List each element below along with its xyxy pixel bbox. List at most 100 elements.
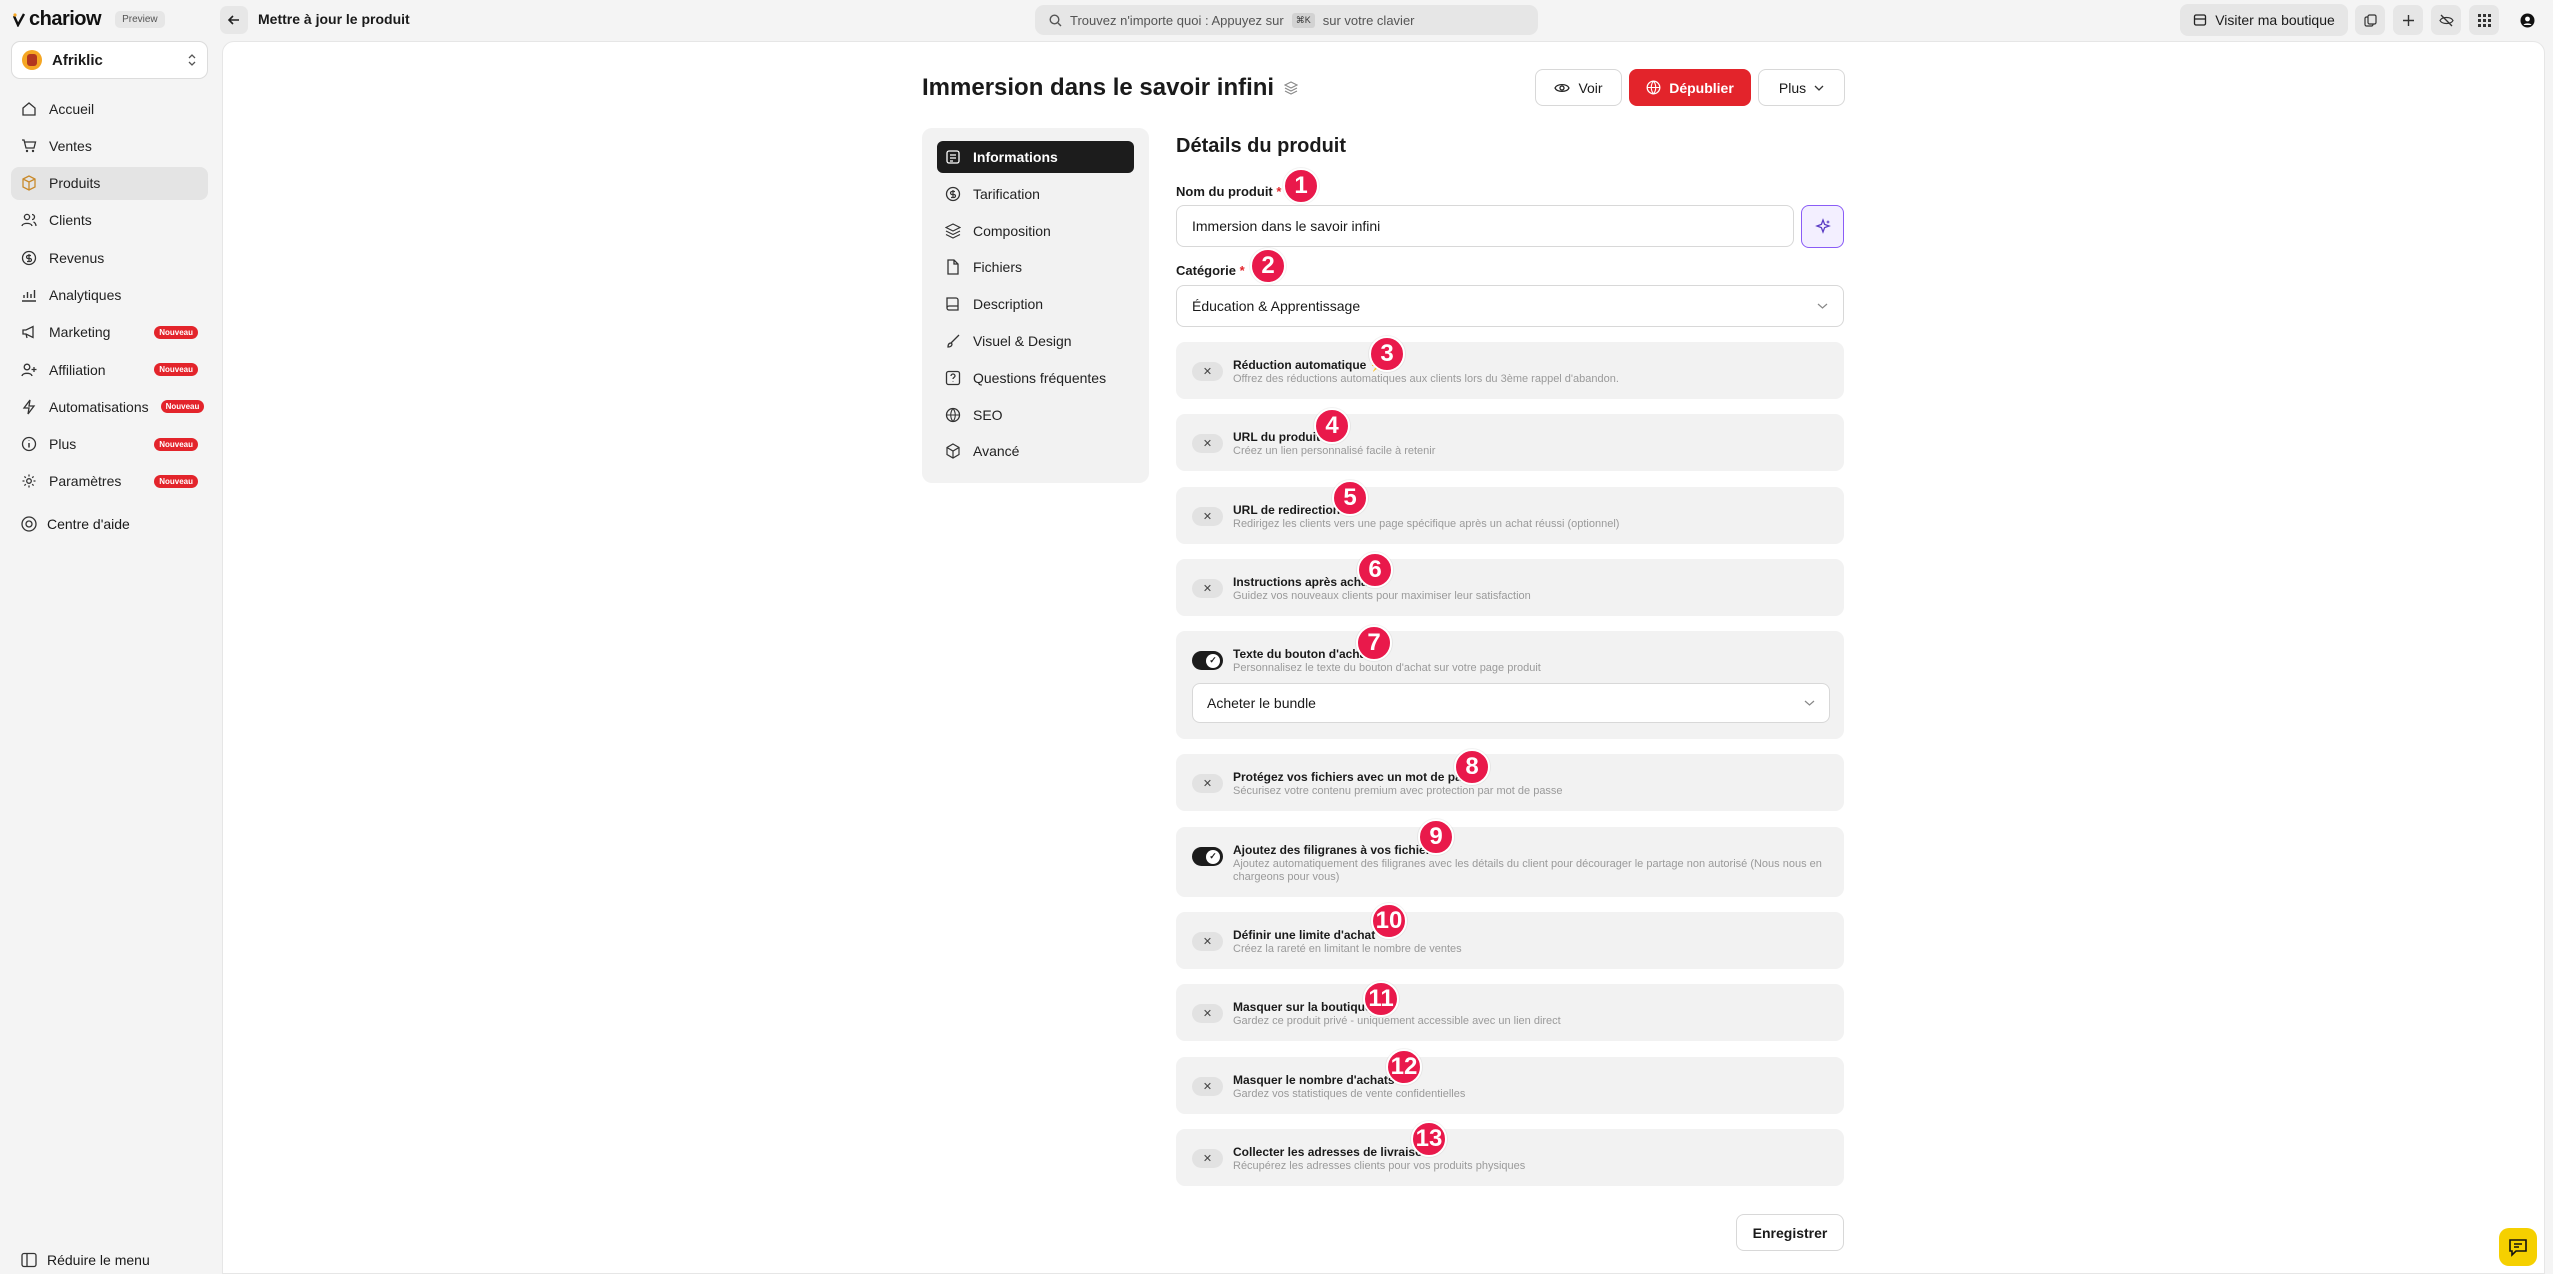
option-description: Guidez vos nouveaux clients pour maximis…: [1233, 590, 1531, 602]
tab-description[interactable]: Description: [937, 288, 1134, 320]
collapse-menu-button[interactable]: Réduire le menu: [21, 1252, 150, 1268]
x-icon: ✕: [1202, 936, 1213, 948]
tab-avanc-[interactable]: Avancé: [937, 435, 1134, 467]
tab-seo[interactable]: SEO: [937, 399, 1134, 431]
tab-composition[interactable]: Composition: [937, 215, 1134, 247]
section-title: Détails du produit: [1176, 135, 1346, 157]
sidebar-item-affiliation[interactable]: Affiliation Nouveau: [11, 353, 208, 386]
tab-label: Avancé: [973, 443, 1020, 460]
x-icon: ✕: [1202, 1153, 1213, 1165]
add-button[interactable]: [2393, 5, 2423, 35]
category-label: Catégorie *: [1176, 263, 1245, 278]
tab-visuel-design[interactable]: Visuel & Design: [937, 325, 1134, 357]
app-name: chariow: [29, 8, 102, 30]
option-toggle[interactable]: ✕: [1192, 774, 1223, 793]
copy-button[interactable]: [2355, 5, 2385, 35]
tab-fichiers[interactable]: Fichiers: [937, 251, 1134, 283]
top-bar: chariow Preview Mettre à jour le produit…: [0, 0, 2553, 40]
user-plus-icon: [21, 362, 37, 378]
chart-icon: [21, 287, 37, 303]
step-marker: 8: [1454, 749, 1490, 785]
search-bar[interactable]: Trouvez n'importe quoi : Appuyez sur ⌘K …: [1035, 5, 1538, 35]
option-description: Récupérez les adresses clients pour vos …: [1233, 1160, 1526, 1172]
collapse-icon: [21, 1252, 37, 1268]
option-description: Personnalisez le texte du bouton d'achat…: [1233, 662, 1541, 674]
option-toggle[interactable]: ✓: [1192, 651, 1223, 670]
cube-icon: [946, 443, 960, 460]
profile-button[interactable]: [2512, 5, 2542, 35]
hide-button[interactable]: [2431, 5, 2461, 35]
coin-icon: [21, 250, 37, 266]
tab-tarification[interactable]: Tarification: [937, 178, 1134, 210]
sidebar-item-param-tres[interactable]: Paramètres Nouveau: [11, 465, 208, 498]
tab-label: Visuel & Design: [973, 332, 1072, 349]
back-button[interactable]: [220, 6, 248, 34]
option-title: URL du produit: [1233, 430, 1321, 444]
visit-shop-button[interactable]: Visiter ma boutique: [2180, 4, 2348, 36]
new-badge: Nouveau: [154, 437, 198, 451]
step-marker: 10: [1371, 903, 1407, 939]
search-kbd: ⌘K: [1291, 12, 1315, 28]
unpublish-button[interactable]: Dépublier: [1629, 69, 1751, 106]
info-icon: [21, 436, 37, 452]
shop-switcher[interactable]: Afriklic: [11, 41, 208, 79]
option-toggle[interactable]: ✕: [1192, 434, 1223, 453]
tab-label: Questions fréquentes: [973, 369, 1107, 386]
step-marker: 5: [1332, 480, 1368, 516]
tab-label: SEO: [973, 406, 1003, 423]
sidebar-item-ventes[interactable]: Ventes: [11, 129, 208, 162]
sidebar-item-accueil[interactable]: Accueil: [11, 92, 208, 125]
option-card: ✕ Instructions après achat Guidez vos nouv…: [1176, 559, 1844, 616]
option-toggle[interactable]: ✕: [1192, 932, 1223, 951]
buy-button-text-select[interactable]: Acheter le bundle: [1192, 683, 1830, 723]
sidebar-item-plus[interactable]: Plus Nouveau: [11, 428, 208, 461]
option-toggle[interactable]: ✕: [1192, 1149, 1223, 1168]
shop-name: Afriklic: [52, 51, 103, 69]
sidebar-item-clients[interactable]: Clients: [11, 204, 208, 237]
save-button[interactable]: Enregistrer: [1736, 1214, 1844, 1251]
sidebar-item-label: Ventes: [49, 137, 92, 154]
x-icon: ✕: [1202, 366, 1213, 378]
sidebar-item-produits[interactable]: Produits: [11, 166, 208, 200]
preview-badge: Preview: [115, 11, 165, 28]
option-toggle[interactable]: ✓: [1192, 847, 1223, 866]
view-button[interactable]: Voir: [1535, 69, 1622, 106]
product-name-input[interactable]: Immersion dans le savoir infini: [1176, 205, 1794, 247]
help-icon: [21, 516, 37, 532]
app-logo[interactable]: chariow Preview: [13, 8, 165, 31]
help-center-link[interactable]: Centre d'aide: [21, 516, 130, 532]
option-card: ✕ Masquer le nombre d'achats Gardez vos st…: [1176, 1057, 1844, 1114]
step-marker: 6: [1357, 552, 1393, 588]
search-icon: [1049, 13, 1062, 26]
apps-button[interactable]: [2469, 5, 2499, 35]
globe-off-icon: [1646, 80, 1661, 95]
more-button[interactable]: Plus: [1758, 69, 1845, 106]
eye-icon: [1554, 83, 1571, 92]
option-toggle[interactable]: ✕: [1192, 1004, 1223, 1023]
ai-generate-button[interactable]: [1801, 205, 1844, 248]
visit-shop-label: Visiter ma boutique: [2215, 12, 2335, 28]
more-label: Plus: [1778, 79, 1807, 96]
sidebar-item-automatisations[interactable]: Automatisations Nouveau: [11, 390, 208, 423]
gear-icon: [21, 473, 37, 489]
option-toggle[interactable]: ✕: [1192, 1077, 1223, 1096]
brush-icon: [947, 334, 960, 348]
sidebar-item-label: Revenus: [49, 249, 105, 266]
sidebar-item-analytiques[interactable]: Analytiques: [11, 278, 208, 311]
sidebar-item-marketing[interactable]: Marketing Nouveau: [11, 316, 208, 349]
option-toggle[interactable]: ✕: [1192, 579, 1223, 598]
option-toggle[interactable]: ✕: [1192, 507, 1223, 526]
x-icon: ✕: [1202, 1081, 1213, 1093]
option-toggle[interactable]: ✕: [1192, 362, 1223, 381]
step-marker: 13: [1411, 1121, 1447, 1157]
option-title: Collecter les adresses de livraison: [1233, 1145, 1430, 1159]
product-name-label: Nom du produit *: [1176, 184, 1282, 199]
sidebar-item-revenus[interactable]: Revenus: [11, 241, 208, 274]
chat-support-button[interactable]: [2499, 1228, 2537, 1266]
coin-icon: [945, 186, 961, 201]
category-select[interactable]: Éducation & Apprentissage: [1176, 285, 1844, 327]
option-card: ✕ Définir une limite d'achat Créez la rare…: [1176, 912, 1844, 969]
sidebar-item-label: Clients: [49, 212, 92, 229]
tab-informations[interactable]: Informations: [937, 141, 1134, 173]
tab-questions-fr-quentes[interactable]: Questions fréquentes: [937, 362, 1134, 394]
